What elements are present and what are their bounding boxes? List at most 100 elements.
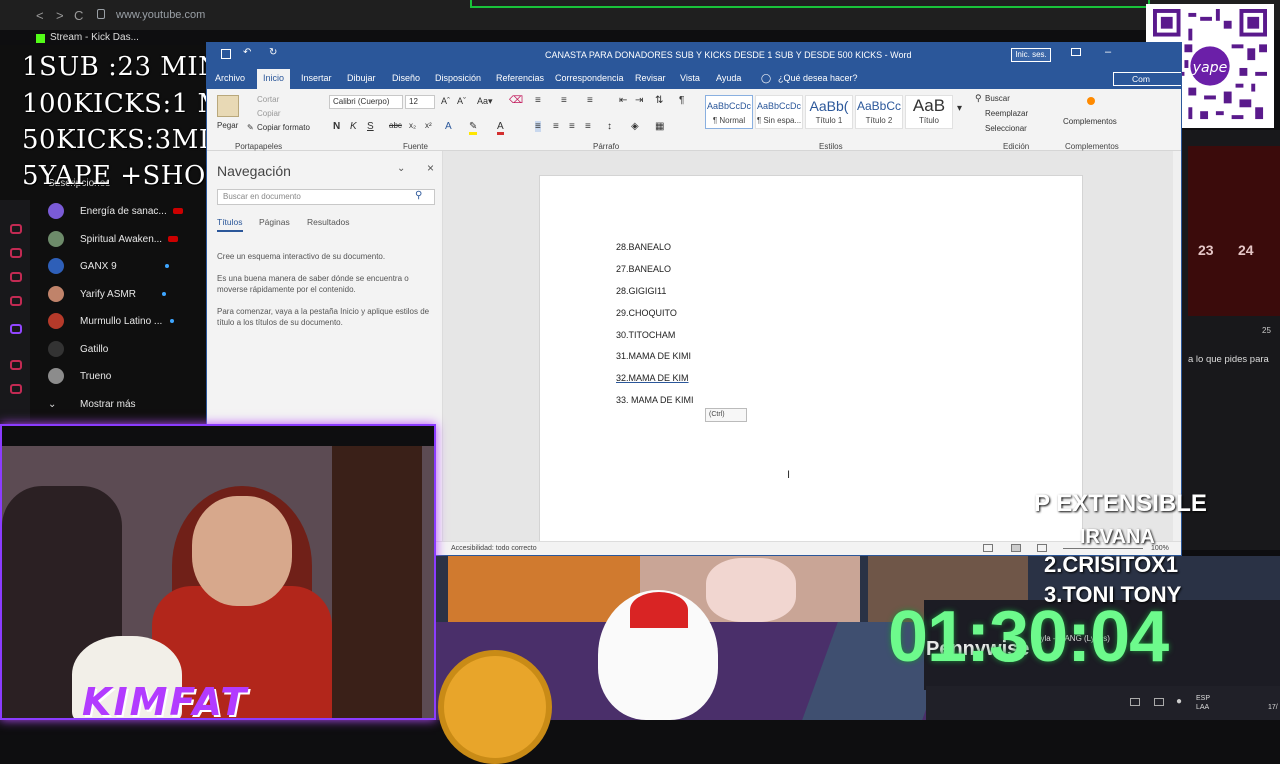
tab-inicio[interactable]: Inicio xyxy=(257,69,291,89)
multilevel-list-icon[interactable]: ≡ xyxy=(587,95,593,106)
subscription-item[interactable]: Spiritual Awaken... xyxy=(48,228,179,250)
style-normal[interactable]: AaBbCcDc ¶ Normal xyxy=(705,95,753,129)
tab-correspondencia[interactable]: Correspondencia xyxy=(555,73,624,83)
twitch-icon[interactable] xyxy=(10,272,22,282)
share-button[interactable]: Com xyxy=(1113,72,1181,86)
addins-icon[interactable] xyxy=(1087,97,1095,105)
sign-in-button[interactable]: Inic. ses. xyxy=(1011,48,1051,62)
twitch-icon[interactable] xyxy=(10,384,22,394)
accessibility-status[interactable]: Accesibilidad: todo correcto xyxy=(451,545,537,552)
font-color-icon[interactable]: A xyxy=(497,121,504,135)
format-painter-button[interactable]: Copiar formato xyxy=(257,123,310,132)
subscription-item[interactable]: Trueno xyxy=(48,365,111,387)
find-button[interactable]: Buscar xyxy=(985,94,1010,103)
reload-icon[interactable]: C xyxy=(74,8,83,23)
italic-button[interactable]: K xyxy=(350,121,357,132)
save-icon[interactable] xyxy=(221,49,231,59)
addins-button[interactable]: Complementos xyxy=(1063,117,1117,126)
font-size-select[interactable]: 12 xyxy=(405,95,435,109)
document-area[interactable]: 28.BANEALO 27.BANEALO 28.GIGIGI11 29.CHO… xyxy=(443,151,1181,555)
document-line[interactable]: 28.BANEALO xyxy=(616,242,671,252)
styles-more-icon[interactable]: ▾ xyxy=(957,103,962,114)
undo-icon[interactable]: ↶ xyxy=(243,47,251,58)
style-sin-espaciado[interactable]: AaBbCcDc ¶ Sin espa... xyxy=(755,95,803,129)
justify-icon[interactable]: ≡ xyxy=(585,121,591,132)
chevron-down-icon[interactable]: ⌄ xyxy=(397,163,405,174)
twitch-icon[interactable] xyxy=(10,296,22,306)
text-effects-icon[interactable]: A xyxy=(445,121,452,132)
tab-resultados[interactable]: Resultados xyxy=(307,217,350,227)
tell-me-search[interactable]: ¿Qué desea hacer? xyxy=(778,73,858,83)
tab-vista[interactable]: Vista xyxy=(680,73,700,83)
replace-button[interactable]: Reemplazar xyxy=(985,109,1028,118)
subscription-item[interactable]: Gatillo xyxy=(48,338,108,360)
superscript-icon[interactable]: x² xyxy=(425,121,432,130)
subscript-icon[interactable]: x₂ xyxy=(409,121,416,130)
decrease-indent-icon[interactable]: ⇤ xyxy=(619,95,627,106)
twitch-icon[interactable] xyxy=(10,324,22,334)
minimize-icon[interactable]: – xyxy=(1105,46,1111,58)
font-name-select[interactable]: Calibri (Cuerpo) xyxy=(329,95,403,109)
style-titulo-2[interactable]: AaBbCc Título 2 xyxy=(855,95,903,129)
nav-search-input[interactable]: Buscar en documento xyxy=(217,189,435,205)
twitch-icon[interactable] xyxy=(10,224,22,234)
twitch-icon[interactable] xyxy=(10,360,22,370)
tab-ayuda[interactable]: Ayuda xyxy=(716,73,741,83)
subscription-item[interactable]: Yarify ASMR xyxy=(48,283,166,305)
style-titulo-1[interactable]: AaBb(Título 1 xyxy=(805,95,853,129)
style-titulo[interactable]: AaB Título xyxy=(905,95,953,129)
tab-revisar[interactable]: Revisar xyxy=(635,73,666,83)
highlight-icon[interactable]: ✎ xyxy=(469,121,478,135)
twitch-icon[interactable] xyxy=(10,248,22,258)
subscription-item[interactable]: Murmullo Latino ... xyxy=(48,310,175,332)
document-line[interactable]: 32.MAMA DE KIM xyxy=(616,373,689,383)
increase-indent-icon[interactable]: ⇥ xyxy=(635,95,643,106)
document-line[interactable]: 33. MAMA DE KIMI xyxy=(616,395,694,405)
bullets-icon[interactable]: ≡ xyxy=(535,95,541,106)
forward-icon[interactable]: > xyxy=(56,8,64,23)
paste-button[interactable]: Pegar xyxy=(217,121,238,130)
print-layout-icon[interactable] xyxy=(1011,544,1021,552)
subscription-item[interactable]: GANX 9 xyxy=(48,255,169,277)
clear-format-icon[interactable]: ⌫ xyxy=(509,95,523,106)
shading-icon[interactable]: ◈ xyxy=(631,121,639,132)
strikethrough-icon[interactable]: abc xyxy=(389,121,402,130)
vertical-scrollbar[interactable] xyxy=(1173,151,1181,541)
align-center-icon[interactable]: ≡ xyxy=(553,121,559,132)
borders-icon[interactable]: ▦ xyxy=(655,121,664,132)
show-more-button[interactable]: ⌄ Mostrar más xyxy=(48,393,136,415)
document-line[interactable]: 28.GIGIGI11 xyxy=(616,286,666,296)
numbering-icon[interactable]: ≡ xyxy=(561,95,567,106)
url-bar[interactable]: www.youtube.com xyxy=(116,9,205,21)
document-line[interactable]: 27.BANEALO xyxy=(616,264,671,274)
document-page[interactable]: 28.BANEALO 27.BANEALO 28.GIGIGI11 29.CHO… xyxy=(539,175,1083,555)
subscription-item[interactable]: Energía de sanac... xyxy=(48,200,183,222)
copy-button[interactable]: Copiar xyxy=(257,109,281,118)
read-mode-icon[interactable] xyxy=(983,544,993,552)
search-icon[interactable]: ⚲ xyxy=(415,190,422,201)
language-indicator[interactable]: ESP LAA xyxy=(1196,694,1210,712)
paintbrush-icon[interactable]: ✎ xyxy=(247,123,254,132)
microphone-icon[interactable]: ● xyxy=(1176,696,1182,707)
paste-options-button[interactable]: (Ctrl) xyxy=(705,408,747,422)
browser-tab[interactable]: Stream - Kick Das... xyxy=(50,32,139,43)
align-left-icon[interactable]: ≡ xyxy=(535,121,541,132)
cut-button[interactable]: Cortar xyxy=(257,95,279,104)
document-line[interactable]: 29.CHOQUITO xyxy=(616,308,677,318)
line-spacing-icon[interactable]: ↕ xyxy=(607,121,612,132)
document-line[interactable]: 30.TITOCHAM xyxy=(616,330,675,340)
tab-referencias[interactable]: Referencias xyxy=(496,73,544,83)
tab-diseno[interactable]: Diseño xyxy=(392,73,420,83)
underline-button[interactable]: S xyxy=(367,121,374,132)
search-icon[interactable]: ⚲ xyxy=(975,93,982,104)
tab-disposicion[interactable]: Disposición xyxy=(435,73,481,83)
grow-font-icon[interactable]: Aˆ xyxy=(441,96,450,106)
ribbon-display-icon[interactable] xyxy=(1071,48,1081,56)
tab-insertar[interactable]: Insertar xyxy=(301,73,332,83)
select-button[interactable]: Seleccionar xyxy=(985,124,1027,133)
shrink-font-icon[interactable]: Aˇ xyxy=(457,96,466,106)
back-icon[interactable]: < xyxy=(36,8,44,23)
tab-titulos[interactable]: Títulos xyxy=(217,217,243,232)
sort-icon[interactable]: ⇅ xyxy=(655,95,663,106)
redo-icon[interactable]: ↻ xyxy=(269,47,277,58)
